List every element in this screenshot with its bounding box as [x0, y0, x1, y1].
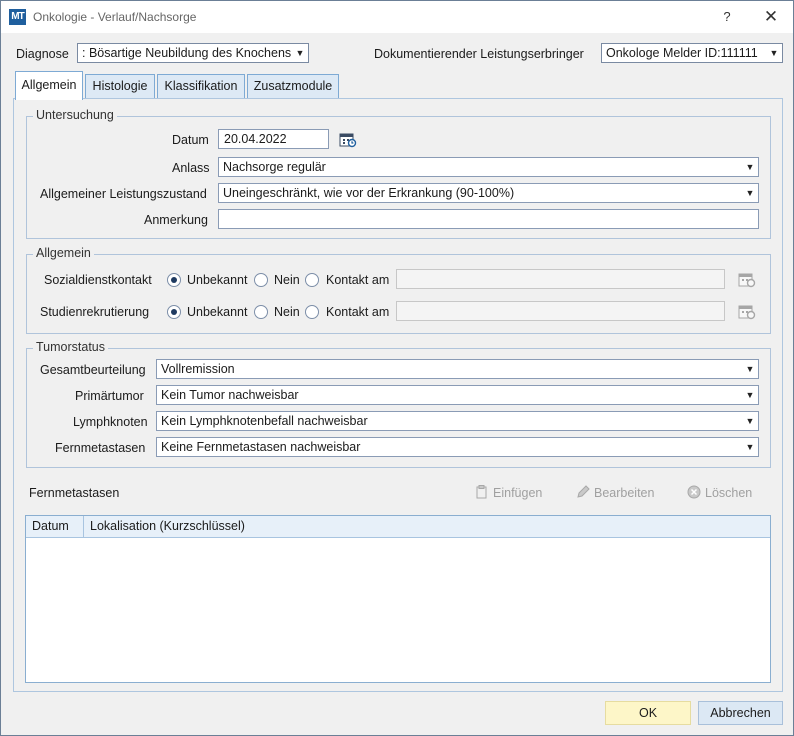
bearbeiten-label: Bearbeiten [594, 486, 655, 500]
allgemein-group: Allgemein [26, 246, 771, 334]
sozial-nein-label: Nein [274, 273, 300, 287]
sozial-kontakt-label: Kontakt am [326, 273, 390, 287]
tab-klassifikation[interactable]: Klassifikation [157, 74, 245, 99]
zustand-select[interactable]: Uneingeschränkt, wie vor der Erkrankung … [218, 183, 759, 203]
zustand-select-value: Uneingeschränkt, wie vor der Erkrankung … [223, 186, 515, 200]
app-logo-icon: MT [9, 9, 26, 25]
studien-kontakt-label: Kontakt am [326, 305, 390, 319]
chevron-down-icon: ▼ [745, 416, 755, 426]
sozial-nein-radio[interactable] [254, 273, 268, 287]
calendar-icon[interactable] [339, 132, 357, 148]
loeschen-label: Löschen [705, 486, 753, 500]
sozialdienst-label: Sozialdienstkontakt [44, 273, 152, 287]
sozial-kontakt-radio[interactable] [305, 273, 319, 287]
chevron-down-icon: ▼ [745, 442, 755, 452]
einfuegen-button[interactable]: Einfügen [475, 485, 542, 500]
abbrechen-button[interactable]: Abbrechen [698, 701, 783, 725]
pencil-icon [576, 485, 590, 499]
tumorstatus-title: Tumorstatus [33, 340, 109, 354]
gesamtbeurteilung-select[interactable]: Vollremission ▼ [156, 359, 759, 379]
lymphknoten-label: Lymphknoten [73, 415, 148, 429]
primaertumor-value: Kein Tumor nachweisbar [161, 388, 299, 402]
chevron-down-icon: ▼ [295, 48, 305, 58]
column-header-datum[interactable]: Datum [26, 516, 83, 537]
anlass-label: Anlass [172, 161, 210, 175]
fernmetastasen-select[interactable]: Keine Fernmetastasen nachweisbar ▼ [156, 437, 759, 457]
studien-unbekannt-label: Unbekannt [187, 305, 248, 319]
chevron-down-icon: ▼ [745, 364, 755, 374]
calendar-icon [738, 304, 756, 320]
primaertumor-label: Primärtumor [75, 389, 144, 403]
anlass-select-value: Nachsorge regulär [223, 160, 326, 174]
studien-unbekannt-radio[interactable] [167, 305, 181, 319]
dialog-window: MT Onkologie - Verlauf/Nachsorge ? ✕ Dia… [0, 0, 794, 736]
loeschen-button[interactable]: Löschen [687, 485, 752, 500]
title-bar: MT Onkologie - Verlauf/Nachsorge ? ✕ [1, 1, 793, 33]
chevron-down-icon: ▼ [745, 390, 755, 400]
anmerkung-field[interactable] [218, 209, 759, 229]
lymphknoten-value: Kein Lymphknotenbefall nachweisbar [161, 414, 368, 428]
delete-icon [687, 485, 701, 499]
bearbeiten-button[interactable]: Bearbeiten [576, 485, 654, 500]
chevron-down-icon: ▼ [745, 162, 755, 172]
ok-button[interactable]: OK [605, 701, 691, 725]
sozial-unbekannt-label: Unbekannt [187, 273, 248, 287]
allgemein-title: Allgemein [33, 246, 94, 260]
tab-zusatzmodule[interactable]: Zusatzmodule [247, 74, 339, 99]
untersuchung-title: Untersuchung [33, 108, 117, 122]
studien-kontakt-date-field [396, 301, 725, 321]
anmerkung-label: Anmerkung [144, 213, 208, 227]
chevron-down-icon: ▼ [769, 48, 779, 58]
window-title: Onkologie - Verlauf/Nachsorge [33, 10, 197, 24]
studien-kontakt-radio[interactable] [305, 305, 319, 319]
fernmetastasen-value: Keine Fernmetastasen nachweisbar [161, 440, 361, 454]
fernmetastasen-table[interactable]: Datum Lokalisation (Kurzschlüssel) [25, 515, 771, 683]
sozial-kontakt-date-field [396, 269, 725, 289]
studien-nein-label: Nein [274, 305, 300, 319]
studienrekrutierung-label: Studienrekrutierung [40, 305, 150, 319]
zustand-label: Allgemeiner Leistungszustand [40, 187, 207, 201]
lymphknoten-select[interactable]: Kein Lymphknotenbefall nachweisbar ▼ [156, 411, 759, 431]
gesamtbeurteilung-value: Vollremission [161, 362, 235, 376]
help-button[interactable]: ? [717, 7, 737, 27]
datum-label: Datum [172, 133, 209, 147]
anlass-select[interactable]: Nachsorge regulär ▼ [218, 157, 759, 177]
diagnose-select[interactable]: : Bösartige Neubildung des Knochens ▼ [77, 43, 309, 63]
provider-label: Dokumentierender Leistungserbringer [374, 47, 584, 61]
einfuegen-label: Einfügen [493, 486, 543, 500]
table-header: Datum Lokalisation (Kurzschlüssel) [26, 516, 770, 538]
diagnose-select-value: : Bösartige Neubildung des Knochens [82, 46, 292, 60]
gesamtbeurteilung-label: Gesamtbeurteilung [40, 363, 146, 377]
calendar-icon [738, 272, 756, 288]
paste-icon [475, 485, 489, 499]
fernmetastasen-section-label: Fernmetastasen [29, 486, 120, 500]
chevron-down-icon: ▼ [745, 188, 755, 198]
fernmetastasen-label: Fernmetastasen [55, 441, 146, 455]
close-button[interactable]: ✕ [759, 5, 783, 29]
tab-histologie[interactable]: Histologie [85, 74, 155, 99]
sozial-unbekannt-radio[interactable] [167, 273, 181, 287]
column-header-lokalisation[interactable]: Lokalisation (Kurzschlüssel) [83, 516, 770, 537]
datum-field[interactable]: 20.04.2022 [218, 129, 329, 149]
diagnose-label: Diagnose [16, 47, 69, 61]
provider-select-value: Onkologe Melder ID:111111 [606, 46, 758, 60]
primaertumor-select[interactable]: Kein Tumor nachweisbar ▼ [156, 385, 759, 405]
tab-allgemein[interactable]: Allgemein [15, 71, 83, 100]
studien-nein-radio[interactable] [254, 305, 268, 319]
provider-select[interactable]: Onkologe Melder ID:111111 ▼ [601, 43, 783, 63]
